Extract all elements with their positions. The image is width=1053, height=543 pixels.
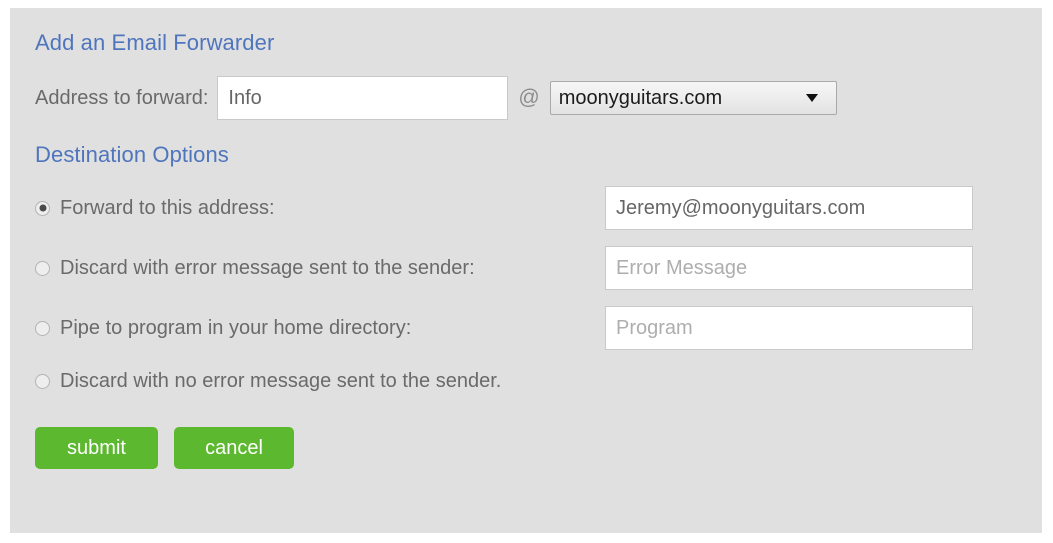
radio-discard-with-error[interactable] [35, 260, 50, 276]
radio-pipe-to-program[interactable] [35, 320, 50, 336]
domain-select[interactable]: moonyguitars.com [549, 81, 837, 115]
radio-forward-to-address[interactable] [35, 200, 50, 216]
radio-label-discard-with-error: Discard with error message sent to the s… [60, 257, 475, 279]
radio-label-forward-to-address: Forward to this address: [60, 197, 275, 219]
destination-option-forward[interactable]: Forward to this address: [35, 196, 605, 220]
domain-select-value: moonyguitars.com [558, 87, 723, 109]
radio-label-discard-no-error: Discard with no error message sent to th… [60, 370, 502, 392]
destination-option-row: Pipe to program in your home directory: [35, 306, 1032, 350]
form-panel: Add an Email Forwarder Address to forwar… [10, 8, 1042, 533]
submit-button[interactable]: submit [35, 427, 158, 469]
chevron-down-icon [805, 94, 818, 102]
destination-option-pipe-to-program[interactable]: Pipe to program in your home directory: [35, 316, 605, 340]
destination-option-row: Discard with error message sent to the s… [35, 246, 1032, 290]
destination-option-discard-silent[interactable]: Discard with no error message sent to th… [35, 369, 605, 393]
forward-address-input[interactable] [605, 186, 973, 230]
address-to-forward-input[interactable] [217, 76, 509, 120]
destination-option-discard-error[interactable]: Discard with error message sent to the s… [35, 256, 605, 280]
radio-label-pipe-to-program: Pipe to program in your home directory: [60, 317, 412, 339]
destination-option-row: Discard with no error message sent to th… [35, 366, 1032, 396]
destination-option-row: Forward to this address: [35, 186, 1032, 230]
address-to-forward-row: Address to forward: @ moonyguitars.com [35, 76, 1032, 120]
address-to-forward-label: Address to forward: [35, 87, 209, 109]
destination-options-title: Destination Options [35, 142, 229, 167]
program-input[interactable] [605, 306, 973, 350]
at-symbol: @ [518, 86, 540, 109]
form-content: Add an Email Forwarder Address to forwar… [35, 30, 1032, 533]
error-message-input[interactable] [605, 246, 973, 290]
cancel-button[interactable]: cancel [174, 427, 294, 469]
form-actions: submit cancel [35, 427, 1032, 469]
radio-discard-no-error[interactable] [35, 373, 50, 389]
page-title: Add an Email Forwarder [35, 30, 275, 55]
